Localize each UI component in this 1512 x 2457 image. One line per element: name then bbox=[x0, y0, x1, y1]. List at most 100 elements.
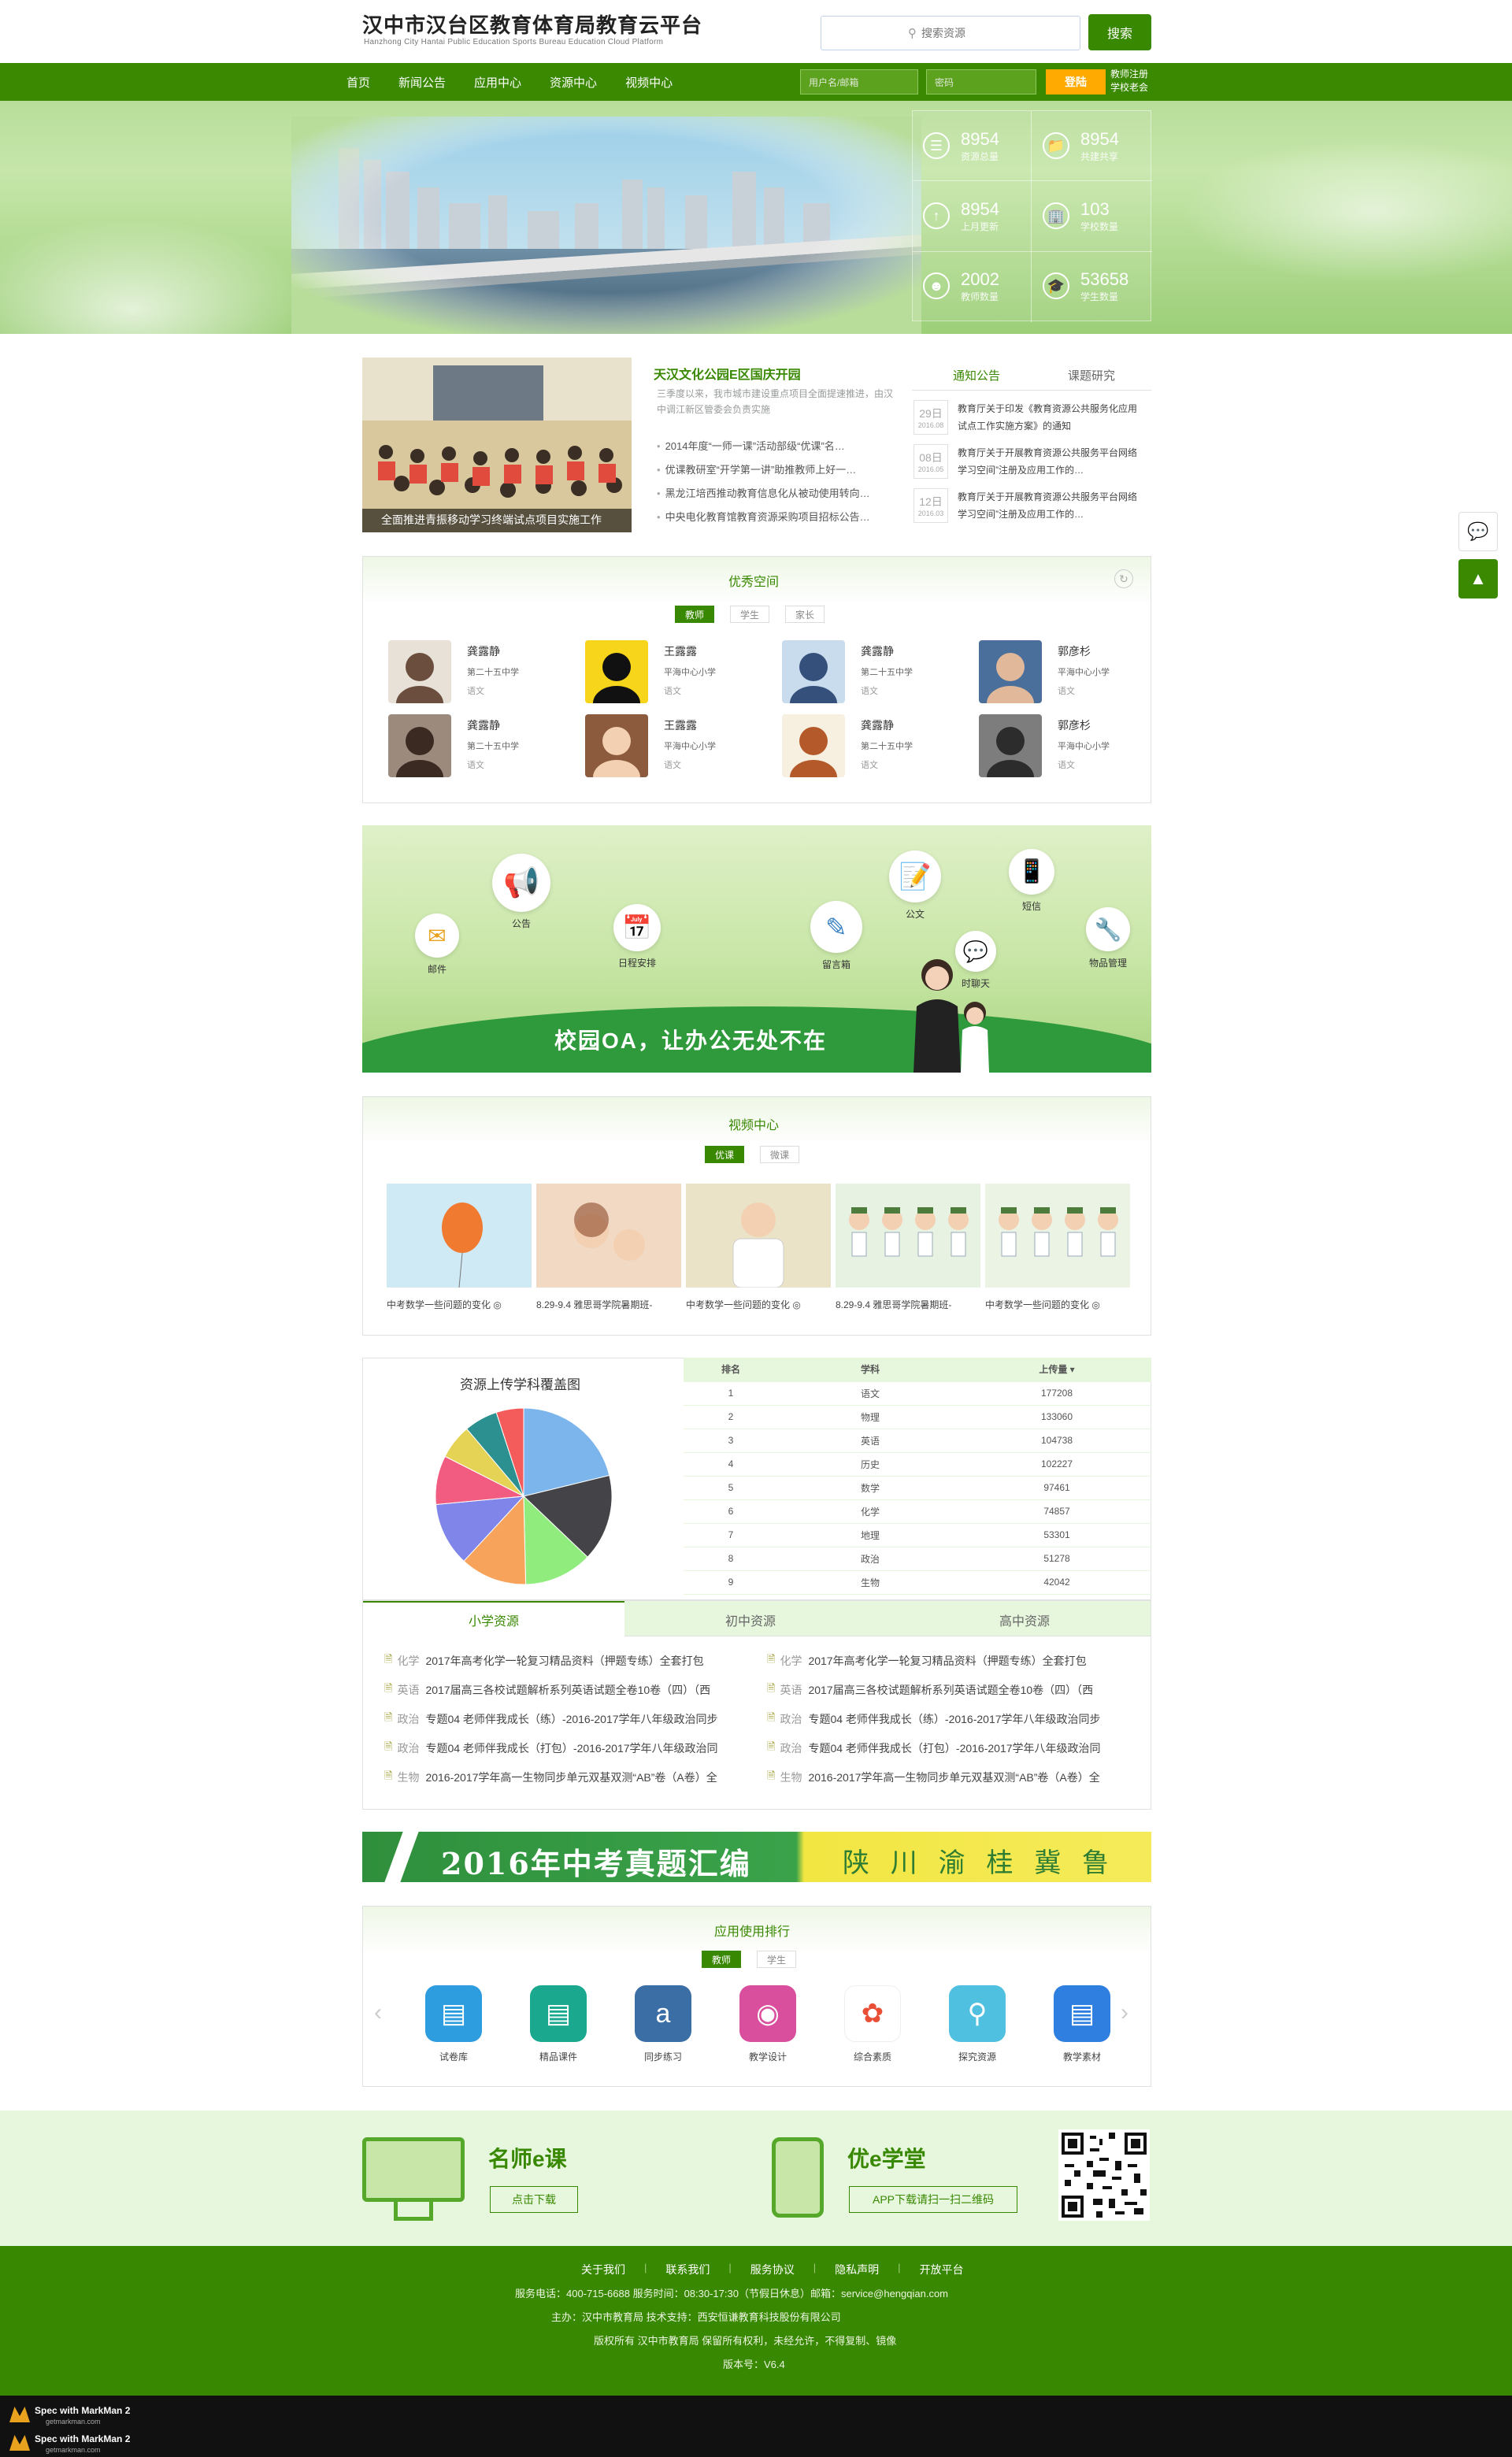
news-item[interactable]: 2014年度“一师一课”活动部级“优课”名… bbox=[657, 438, 893, 461]
teacher-card[interactable]: 郭彦杉 平海中心小学 语文 bbox=[979, 640, 1160, 706]
table-row[interactable]: 8 政治 51278 bbox=[684, 1547, 1151, 1571]
video-item[interactable]: 中考数学一些问题的变化 ◎ bbox=[686, 1184, 831, 1311]
oa-app[interactable]: 📢 公告 bbox=[480, 854, 562, 930]
table-row[interactable]: 2 物理 133060 bbox=[684, 1405, 1151, 1429]
exam-banner[interactable]: 2016年中考真题汇编 陕 川 渝 桂 冀 鲁 bbox=[362, 1832, 1151, 1882]
teacher-card[interactable]: 龚露静 第二十五中学 语文 bbox=[388, 640, 569, 706]
news-photo-caption[interactable]: 全面推进青振移动学习终端试点项目实施工作 bbox=[381, 512, 602, 528]
news-item[interactable]: 中央电化教育馆教育资源采购项目招标公告… bbox=[657, 509, 893, 532]
resource-item[interactable]: 🗎 英语 2017届高三各校试题解析系列英语试题全卷10卷（四）（西 bbox=[384, 1678, 736, 1702]
video-thumbnail bbox=[836, 1184, 980, 1288]
download-button[interactable]: 点击下载 bbox=[490, 2186, 578, 2213]
notice-item[interactable]: 08日 2016.05 教育厅关于开展教育资源公共服务平台网络学习空间”注册及应… bbox=[914, 444, 1150, 484]
table-row[interactable]: 4 历史 102227 bbox=[684, 1452, 1151, 1477]
oa-app[interactable]: 📝 公文 bbox=[877, 850, 953, 921]
tab-parent[interactable]: 家长 bbox=[785, 606, 825, 623]
resource-item[interactable]: 🗎 政治 专题04 老师伴我成长（打包）-2016-2017学年八年级政治同 bbox=[384, 1736, 736, 1760]
search-box[interactable]: ⚲ bbox=[821, 16, 1080, 50]
notice-item[interactable]: 12日 2016.03 教育厅关于开展教育资源公共服务平台网络学习空间”注册及应… bbox=[914, 488, 1150, 528]
table-row[interactable]: 7 地理 53301 bbox=[684, 1523, 1151, 1547]
teacher-card[interactable]: 龚露静 第二十五中学 语文 bbox=[782, 640, 963, 706]
resource-item[interactable]: 🗎 生物 2016-2017学年高一生物同步单元双基双测“AB”卷（A卷）全 bbox=[767, 1766, 1118, 1789]
news-item[interactable]: 优课教研室“开学第一讲”助推教师上好一… bbox=[657, 461, 893, 485]
footer-host: 主办：汉中市教育局 技术支持：西安恒谦教育科技股份有限公司 bbox=[551, 2311, 841, 2323]
tab-high-resources[interactable]: 高中资源 bbox=[999, 1610, 1050, 1629]
video-item[interactable]: 8.29-9.4 雅思哥学院暑期班- bbox=[536, 1184, 681, 1311]
login-button[interactable]: 登陆 bbox=[1046, 69, 1106, 94]
username-field[interactable]: 用户名/邮箱 bbox=[800, 69, 918, 94]
teacher-card[interactable]: 王露露 平海中心小学 语文 bbox=[585, 640, 766, 706]
table-row[interactable]: 1 语文 177208 bbox=[684, 1381, 1151, 1406]
oa-app[interactable]: 📱 短信 bbox=[997, 849, 1066, 913]
app-item[interactable]: ▤ 试卷库 bbox=[418, 1985, 489, 2063]
teacher-card[interactable]: 龚露静 第二十五中学 语文 bbox=[388, 714, 569, 780]
tab-micro-course[interactable]: 微课 bbox=[760, 1146, 799, 1163]
tab-teacher-apps[interactable]: 教师 bbox=[702, 1951, 741, 1968]
video-item[interactable]: 8.29-9.4 雅思哥学院暑期班- bbox=[836, 1184, 980, 1311]
news-item[interactable]: 黑龙江培西推动教育信息化从被动使用转向… bbox=[657, 485, 893, 509]
video-item[interactable]: 中考数学一些问题的变化 ◎ bbox=[985, 1184, 1130, 1311]
tab-primary-resources[interactable]: 小学资源 bbox=[363, 1601, 624, 1637]
back-to-top-button[interactable]: ▲ bbox=[1458, 559, 1498, 598]
password-field[interactable]: 密码 bbox=[926, 69, 1036, 94]
table-row[interactable]: 3 英语 104738 bbox=[684, 1429, 1151, 1453]
table-row[interactable]: 9 生物 42042 bbox=[684, 1570, 1151, 1595]
footer-link-about[interactable]: 关于我们 bbox=[581, 2262, 625, 2277]
teacher-card[interactable]: 王露露 平海中心小学 语文 bbox=[585, 714, 766, 780]
nav-apps[interactable]: 应用中心 bbox=[474, 63, 521, 101]
resource-item[interactable]: 🗎 政治 专题04 老师伴我成长（打包）-2016-2017学年八年级政治同 bbox=[767, 1736, 1118, 1760]
nav-home[interactable]: 首页 bbox=[346, 63, 370, 101]
tab-student-apps[interactable]: 学生 bbox=[757, 1951, 796, 1968]
tab-teacher[interactable]: 教师 bbox=[675, 606, 714, 623]
footer-link-terms[interactable]: 服务协议 bbox=[750, 2262, 795, 2277]
teacher-register-link[interactable]: 教师注册 bbox=[1110, 68, 1148, 81]
tab-research[interactable]: 课题研究 bbox=[1068, 367, 1115, 384]
refresh-icon[interactable]: ↻ bbox=[1114, 569, 1133, 588]
oa-app[interactable]: ✎ 留言箱 bbox=[799, 901, 874, 971]
teacher-card[interactable]: 龚露静 第二十五中学 语文 bbox=[782, 714, 963, 780]
arrow-left-icon[interactable]: ‹ bbox=[374, 1999, 382, 2026]
nav-video[interactable]: 视频中心 bbox=[625, 63, 673, 101]
app-item[interactable]: a 同步练习 bbox=[628, 1985, 699, 2063]
school-register-link[interactable]: 学校老会 bbox=[1110, 81, 1148, 94]
resource-item[interactable]: 🗎 英语 2017届高三各校试题解析系列英语试题全卷10卷（四）（西 bbox=[767, 1678, 1118, 1702]
resource-item[interactable]: 🗎 政治 专题04 老师伴我成长（练）-2016-2017学年八年级政治同步 bbox=[384, 1707, 736, 1731]
chat-float-button[interactable]: 💬 bbox=[1458, 512, 1498, 551]
video-thumbnail bbox=[985, 1184, 1130, 1288]
search-input[interactable] bbox=[921, 27, 1040, 39]
oa-app[interactable]: 💬 时聊天 bbox=[943, 931, 1008, 990]
oa-app[interactable]: 📅 日程安排 bbox=[602, 904, 673, 969]
tab-middle-resources[interactable]: 初中资源 bbox=[725, 1610, 776, 1629]
nav-resources[interactable]: 资源中心 bbox=[550, 63, 597, 101]
oa-app-icon: 📱 bbox=[1009, 849, 1054, 895]
app-item[interactable]: ⚲ 探究资源 bbox=[942, 1985, 1013, 2063]
arrow-right-icon[interactable]: › bbox=[1121, 1999, 1128, 2026]
oa-app-icon: 🔧 bbox=[1086, 907, 1130, 951]
nav-news[interactable]: 新闻公告 bbox=[398, 63, 446, 101]
app-item[interactable]: ✿ 综合素质 bbox=[837, 1985, 908, 2063]
app-item[interactable]: ▤ 教学素材 bbox=[1047, 1985, 1117, 2063]
oa-app[interactable]: 🔧 物品管理 bbox=[1074, 907, 1142, 969]
search-button[interactable]: 搜索 bbox=[1088, 14, 1151, 50]
tab-student[interactable]: 学生 bbox=[730, 606, 769, 623]
resource-item[interactable]: 🗎 化学 2017年高考化学一轮复习精品资料（押题专练）全套打包 bbox=[384, 1649, 736, 1673]
news-headline[interactable]: 天汉文化公园E区国庆开园 bbox=[654, 364, 801, 383]
video-item[interactable]: 中考数学一些问题的变化 ◎ bbox=[387, 1184, 532, 1311]
resource-item[interactable]: 🗎 政治 专题04 老师伴我成长（练）-2016-2017学年八年级政治同步 bbox=[767, 1707, 1118, 1731]
tab-quality-course[interactable]: 优课 bbox=[705, 1146, 744, 1163]
tab-notice[interactable]: 通知公告 bbox=[953, 367, 1000, 384]
footer-link-contact[interactable]: 联系我们 bbox=[665, 2262, 710, 2277]
notice-item[interactable]: 29日 2016.08 教育厅关于印发《教育资源公共服务化应用试点工作实施方案》… bbox=[914, 400, 1150, 439]
app-item[interactable]: ▤ 精品课件 bbox=[523, 1985, 594, 2063]
app-download-button[interactable]: APP下载请扫一扫二维码 bbox=[849, 2186, 1017, 2213]
footer-link-privacy[interactable]: 隐私声明 bbox=[835, 2262, 879, 2277]
col-header-uploads[interactable]: 上传量 ▾ bbox=[962, 1358, 1151, 1382]
teacher-card[interactable]: 郭彦杉 平海中心小学 语文 bbox=[979, 714, 1160, 780]
resource-item[interactable]: 🗎 化学 2017年高考化学一轮复习精品资料（押题专练）全套打包 bbox=[767, 1649, 1118, 1673]
oa-app[interactable]: ✉ 邮件 bbox=[403, 914, 471, 976]
table-row[interactable]: 6 化学 74857 bbox=[684, 1499, 1151, 1524]
footer-link-open-platform[interactable]: 开放平台 bbox=[920, 2262, 964, 2277]
app-item[interactable]: ◉ 教学设计 bbox=[732, 1985, 803, 2063]
table-row[interactable]: 5 数学 97461 bbox=[684, 1476, 1151, 1500]
resource-item[interactable]: 🗎 生物 2016-2017学年高一生物同步单元双基双测“AB”卷（A卷）全 bbox=[384, 1766, 736, 1789]
